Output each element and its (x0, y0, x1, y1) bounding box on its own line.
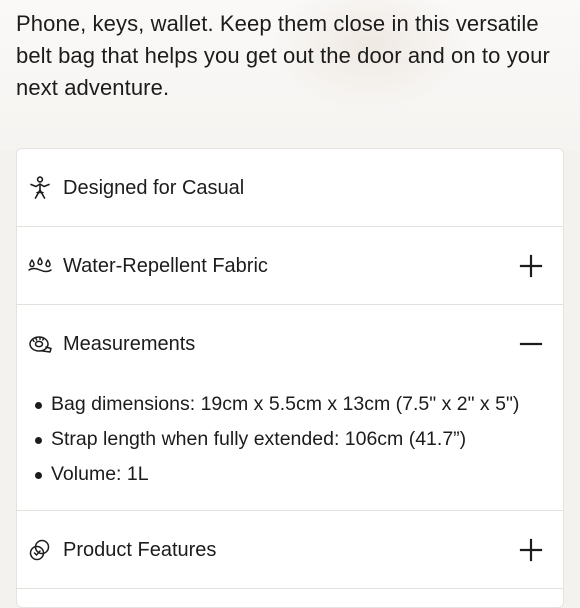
measurements-list: Bag dimensions: 19cm x 5.5cm x 13cm (7.5… (31, 387, 519, 492)
product-description: Phone, keys, wallet. Keep them close in … (16, 11, 550, 100)
accordion-item-product-features[interactable]: Product Features (17, 511, 563, 589)
measurements-details: Bag dimensions: 19cm x 5.5cm x 13cm (7.5… (17, 383, 563, 511)
accordion-item-label: Designed for Casual (63, 177, 245, 199)
expand-plus-icon[interactable] (519, 254, 543, 278)
expand-plus-icon[interactable] (519, 538, 543, 562)
accordion-item-water-repellent-fabric[interactable]: Water-Repellent Fabric (17, 227, 563, 305)
product-details-accordion: Designed for Casual Water-Repellent Fabr… (16, 148, 564, 608)
water-drops-icon (27, 253, 53, 279)
tape-measure-icon (27, 331, 53, 357)
accordion-item-label: Water-Repellent Fabric (63, 255, 268, 277)
accordion-item-measurements[interactable]: Measurements (17, 305, 563, 383)
features-icon (27, 537, 53, 563)
accordion-item-label: Measurements (63, 333, 196, 355)
measurement-bag-dimensions: Bag dimensions: 19cm x 5.5cm x 13cm (7.5… (31, 387, 519, 422)
measurement-volume: Volume: 1L (31, 457, 519, 492)
collapse-minus-icon[interactable] (519, 332, 543, 356)
accordion-item-label: Product Features (63, 539, 217, 561)
accordion-item-designed-for-casual[interactable]: Designed for Casual (17, 149, 563, 227)
measurement-strap-length: Strap length when fully extended: 106cm … (31, 422, 519, 457)
person-activity-icon (27, 175, 53, 201)
